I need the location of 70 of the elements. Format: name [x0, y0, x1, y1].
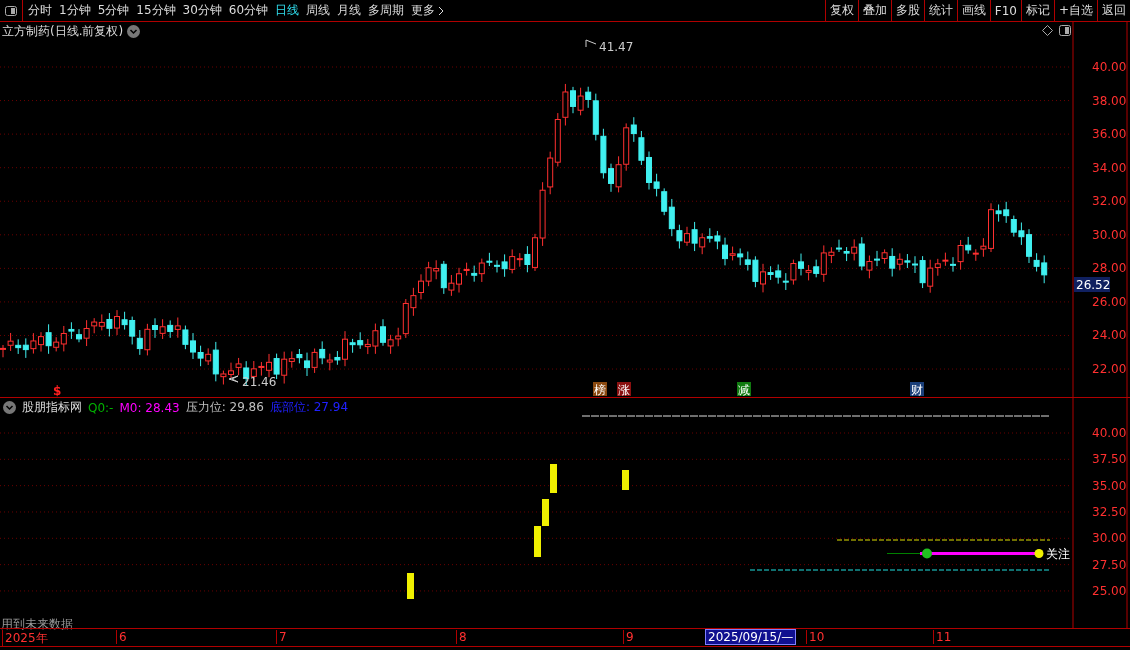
dot-marker [922, 548, 932, 559]
period-tab[interactable]: 1分钟 [59, 2, 91, 19]
toolbar-button[interactable]: 叠加 [857, 0, 891, 21]
date-label: 9 [623, 630, 634, 644]
period-tab[interactable]: 周线 [306, 2, 331, 19]
panel-toggle-icon[interactable] [5, 5, 17, 16]
legend-value: M0: 28.43 [119, 400, 180, 415]
date-label: 11 [933, 630, 952, 644]
stock-title: 立方制药(日线.前复权) [2, 23, 124, 40]
toolbar-button[interactable]: 返回 [1097, 0, 1130, 21]
axis-label: 30.00 [1092, 227, 1127, 242]
high-price-label: 41.47 [585, 39, 634, 54]
tag-label: 关注 [1046, 547, 1070, 561]
axis-label: 36.00 [1092, 127, 1127, 142]
period-tab[interactable]: 日线 [275, 2, 300, 19]
axis-label: 37.50 [1092, 452, 1127, 467]
toolbar-button[interactable]: 画线 [956, 0, 990, 21]
legend-value: 压力位: 29.86 [185, 399, 264, 416]
period-tab[interactable]: 60分钟 [228, 2, 269, 19]
period-tab[interactable]: 5分钟 [97, 2, 130, 19]
date-label: 8 [456, 630, 467, 644]
indicator-name: 股朋指标网 [22, 399, 82, 416]
axis-label: 25.00 [1092, 583, 1127, 598]
legend-value: Q0:- [88, 400, 114, 415]
signal-bar [622, 470, 629, 490]
current-price-tag: 26.52 [1074, 277, 1111, 292]
axis-label: 40.00 [1092, 60, 1127, 74]
date-label: 7 [276, 630, 287, 644]
dot-marker [1034, 549, 1044, 558]
chevron-right-icon [438, 5, 445, 16]
axis-label: 35.00 [1092, 478, 1127, 493]
date-label: 10 [806, 630, 825, 644]
axis-label: 40.00 [1092, 426, 1127, 440]
axis-label: 38.00 [1092, 93, 1127, 108]
diamond-icon[interactable] [1042, 25, 1053, 36]
period-tab[interactable]: 30分钟 [182, 2, 222, 19]
legend-value: 底部位: 27.94 [269, 399, 349, 416]
toolbar-button[interactable]: 统计 [923, 0, 957, 21]
period-tab[interactable]: 15分钟 [136, 2, 176, 19]
axis-label: 34.00 [1092, 160, 1127, 175]
axis-label: 22.00 [1092, 362, 1127, 377]
period-tab[interactable]: 多周期 [368, 2, 405, 19]
signal-bar [550, 464, 557, 493]
signal-bar [407, 573, 414, 599]
axis-label: 26.00 [1092, 294, 1127, 309]
period-tab[interactable]: 分时 [28, 2, 52, 19]
date-label: 2025年 [2, 630, 48, 647]
chevron-down-icon[interactable] [3, 401, 16, 414]
date-label: 6 [116, 630, 127, 644]
axis-label: 27.50 [1092, 557, 1127, 572]
axis-label: 30.00 [1092, 531, 1127, 546]
period-tab[interactable]: 月线 [337, 2, 362, 19]
toolbar-button[interactable]: F10 [989, 0, 1021, 21]
chevron-down-icon[interactable] [127, 25, 141, 38]
toolbar-button[interactable]: 多股 [890, 0, 924, 21]
event-badge: 榜 [593, 382, 607, 397]
event-badge: 财 [910, 382, 924, 397]
panel-toggle-icon[interactable] [1059, 25, 1071, 36]
axis-label: 24.00 [1092, 328, 1127, 343]
period-tab[interactable]: 更多 [411, 2, 445, 19]
axis-label: 32.00 [1092, 194, 1127, 209]
toolbar-button[interactable]: 标记 [1020, 0, 1054, 21]
dollar-mark: $ [53, 384, 62, 397]
axis-label: 32.50 [1092, 505, 1127, 519]
event-badge: 涨 [617, 382, 631, 397]
toolbar-button[interactable]: 复权 [824, 0, 858, 21]
event-badge: 减 [737, 382, 751, 397]
axis-label: 28.00 [1092, 261, 1127, 276]
toolbar-button[interactable]: +自选 [1053, 0, 1097, 21]
date-label: 2025/09/15/— [705, 629, 797, 645]
